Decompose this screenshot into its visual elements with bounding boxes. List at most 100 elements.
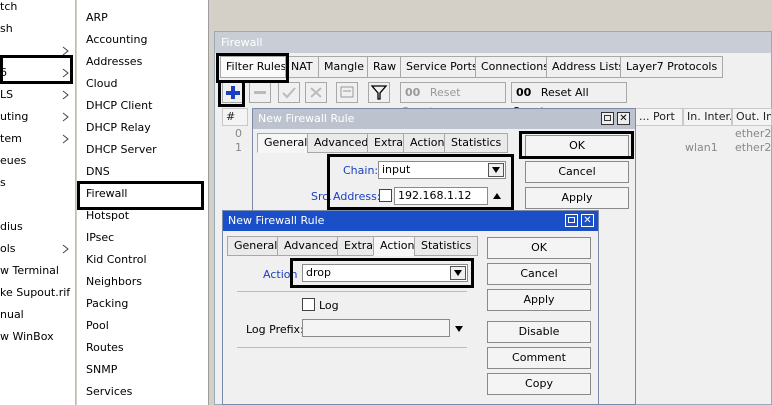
reset-all-counters-button[interactable]: 00 Reset All Counters bbox=[511, 82, 627, 118]
tab-service-ports[interactable]: Service Ports bbox=[400, 56, 484, 78]
close-icon[interactable]: ✕ bbox=[617, 112, 630, 125]
main-menu-item[interactable] bbox=[0, 194, 76, 216]
log-prefix-label: Log Prefix: bbox=[246, 323, 304, 336]
ip-menu-item[interactable]: SNMP bbox=[77, 359, 207, 381]
ip-menu-item[interactable]: Pool bbox=[77, 315, 207, 337]
tab-nat[interactable]: NAT bbox=[285, 56, 319, 78]
main-menu-item[interactable]: ols bbox=[0, 238, 76, 260]
column-out-interface[interactable]: Out. Int... bbox=[732, 108, 772, 126]
separator bbox=[237, 291, 467, 292]
ip-menu-item[interactable]: DHCP Client bbox=[77, 95, 207, 117]
disable-button[interactable] bbox=[305, 82, 327, 103]
main-menu-item-label: tch bbox=[0, 0, 18, 13]
apply-button[interactable]: Apply bbox=[525, 187, 629, 209]
log-checkbox[interactable] bbox=[302, 298, 315, 311]
tab-layer7-protocols[interactable]: Layer7 Protocols bbox=[620, 56, 724, 78]
ip-menu-item[interactable]: DHCP Server bbox=[77, 139, 207, 161]
tab-address-lists[interactable]: Address Lists bbox=[546, 56, 631, 78]
main-menu-item[interactable]: dius bbox=[0, 216, 76, 238]
ip-menu-item[interactable]: IPsec bbox=[77, 227, 207, 249]
ip-menu-item[interactable]: Accounting bbox=[77, 29, 207, 51]
column-in-interface[interactable]: In. Inter... bbox=[683, 108, 732, 126]
remove-button[interactable] bbox=[249, 82, 271, 103]
ip-menu-item[interactable]: Kid Control bbox=[77, 249, 207, 271]
main-menu-item[interactable]: tch bbox=[0, 0, 76, 18]
tab-mangle[interactable]: Mangle bbox=[318, 56, 371, 78]
tab-filter-rules[interactable]: Filter Rules bbox=[220, 56, 293, 78]
cancel-button[interactable]: Cancel bbox=[487, 263, 591, 285]
tab-advanced[interactable]: Advanced bbox=[307, 133, 376, 153]
chain-label: Chain: bbox=[343, 164, 379, 177]
row-1-in: wlan1 bbox=[685, 141, 718, 154]
main-menu-item-label: 6 bbox=[0, 66, 7, 79]
minus-icon bbox=[254, 91, 266, 94]
ip-menu-item[interactable]: Routes bbox=[77, 337, 207, 359]
chevron-down-icon[interactable] bbox=[450, 266, 466, 280]
main-menu-item[interactable]: nual bbox=[0, 304, 76, 326]
main-menu-item[interactable]: ke Supout.rif bbox=[0, 282, 76, 304]
tab-statistics[interactable]: Statistics bbox=[414, 236, 479, 256]
main-menu-item[interactable]: tem bbox=[0, 128, 76, 150]
main-menu-item-label: LS bbox=[0, 88, 14, 101]
tab-statistics[interactable]: Statistics bbox=[444, 133, 509, 153]
chevron-right-icon bbox=[62, 112, 69, 122]
tab-general[interactable]: General bbox=[227, 236, 285, 256]
main-menu-item[interactable]: eues bbox=[0, 150, 76, 172]
src-address-invert-checkbox[interactable] bbox=[379, 189, 392, 202]
ok-button[interactable]: OK bbox=[525, 135, 629, 157]
chevron-right-icon bbox=[62, 244, 69, 254]
comment-button[interactable]: Comment bbox=[487, 347, 591, 369]
chevron-up-icon[interactable] bbox=[491, 191, 503, 204]
x-icon bbox=[310, 87, 322, 98]
action-input[interactable]: drop bbox=[302, 264, 468, 282]
add-button[interactable] bbox=[222, 82, 244, 103]
ip-menu-item[interactable]: Firewall bbox=[77, 183, 207, 205]
ip-menu-item[interactable]: Services bbox=[77, 381, 207, 403]
comment-button[interactable] bbox=[336, 82, 358, 103]
cancel-button[interactable]: Cancel bbox=[525, 161, 629, 183]
apply-button[interactable]: Apply bbox=[487, 289, 591, 311]
log-prefix-input[interactable] bbox=[302, 319, 450, 337]
ip-menu-item[interactable]: ARP bbox=[77, 7, 207, 29]
tab-advanced[interactable]: Advanced bbox=[277, 236, 346, 256]
disable-button[interactable]: Disable bbox=[487, 321, 591, 343]
maximize-icon[interactable] bbox=[565, 214, 578, 227]
tab-general[interactable]: General bbox=[257, 133, 315, 153]
ip-menu-item[interactable]: DNS bbox=[77, 161, 207, 183]
main-menu-item-label: nual bbox=[0, 308, 24, 321]
column-number[interactable]: # bbox=[222, 108, 248, 126]
column-port[interactable]: ... Port bbox=[635, 108, 683, 126]
ip-menu-item[interactable]: Packing bbox=[77, 293, 207, 315]
chain-input[interactable]: input bbox=[378, 161, 506, 179]
main-menu-item[interactable]: s bbox=[0, 172, 76, 194]
main-menu-item[interactable] bbox=[0, 40, 76, 62]
tab-connections[interactable]: Connections bbox=[475, 56, 555, 78]
close-icon[interactable]: ✕ bbox=[581, 214, 594, 227]
ip-menu-item[interactable]: Addresses bbox=[77, 51, 207, 73]
enable-button[interactable] bbox=[278, 82, 300, 103]
ok-button[interactable]: OK bbox=[487, 237, 591, 259]
main-menu-item-label: ke Supout.rif bbox=[0, 286, 71, 299]
counter-icon: 00 bbox=[405, 86, 421, 99]
main-menu-item[interactable]: 6 bbox=[0, 62, 76, 84]
dialog-title: New Firewall Rule bbox=[253, 109, 635, 129]
ip-menu-item[interactable]: Hotspot bbox=[77, 205, 207, 227]
main-menu-item[interactable]: uting bbox=[0, 106, 76, 128]
main-menu-item[interactable]: sh bbox=[0, 18, 76, 40]
copy-button[interactable]: Copy bbox=[487, 373, 591, 395]
main-menu-item[interactable]: w Terminal bbox=[0, 260, 76, 282]
chevron-down-icon[interactable] bbox=[453, 324, 465, 337]
ip-submenu: ARP Accounting Addresses Cloud DHCP Client DH… bbox=[77, 0, 209, 405]
src-address-input[interactable]: 192.168.1.12 bbox=[394, 187, 488, 205]
ip-menu-item[interactable]: Neighbors bbox=[77, 271, 207, 293]
main-menu-item[interactable]: LS bbox=[0, 84, 76, 106]
ip-menu-item[interactable]: DHCP Relay bbox=[77, 117, 207, 139]
filter-button[interactable] bbox=[368, 82, 390, 103]
chevron-down-icon[interactable] bbox=[488, 163, 504, 177]
counter-icon: 00 bbox=[516, 86, 532, 99]
reset-counters-button[interactable]: 00 Reset Counters bbox=[400, 82, 506, 118]
main-menu-item[interactable]: w WinBox bbox=[0, 326, 76, 348]
tab-raw[interactable]: Raw bbox=[367, 56, 403, 78]
maximize-icon[interactable] bbox=[601, 112, 614, 125]
ip-menu-item[interactable]: Cloud bbox=[77, 73, 207, 95]
